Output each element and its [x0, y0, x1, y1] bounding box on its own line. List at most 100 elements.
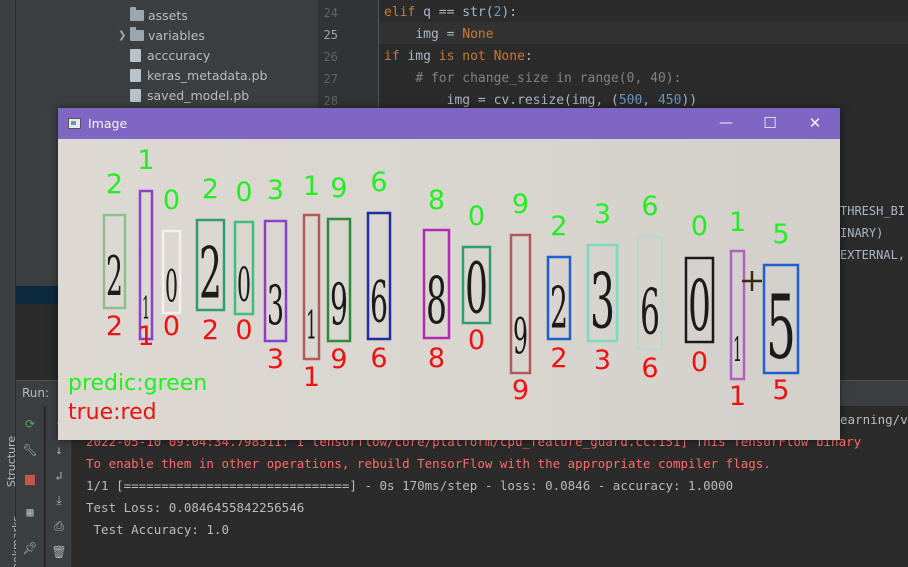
file-icon: [130, 68, 141, 82]
predicted-digit-label: 2: [550, 211, 567, 242]
handwritten-digit: 3: [267, 273, 284, 337]
predicted-digit-label: 2: [202, 174, 219, 205]
handwritten-digit: 0: [165, 262, 178, 313]
close-button[interactable]: ✕: [801, 112, 829, 134]
maximize-button[interactable]: ☐: [756, 112, 784, 134]
image-window[interactable]: Image — ☐ ✕ 2221110002220003331119996668…: [58, 108, 840, 440]
console-line: 1/1 [==============================] - 0…: [86, 478, 734, 493]
predicted-digit-label: 5: [772, 219, 789, 250]
tree-item[interactable]: saved_model.pb: [118, 85, 249, 105]
true-digit-label: 6: [641, 353, 658, 384]
code-token: img: [399, 49, 439, 64]
code-line: elif q == str(2):: [384, 5, 517, 20]
code-fragment: INARY): [840, 226, 884, 240]
predicted-digit-label: 3: [594, 199, 611, 230]
code-line: # for change_size in range(0, 40):: [384, 71, 681, 86]
legend-true: true:red: [68, 400, 157, 425]
true-digit-label: 3: [594, 345, 611, 376]
tree-item[interactable]: keras_metadata.pb: [118, 65, 267, 85]
window-title: Image: [88, 116, 128, 131]
run-toolbar: ⟳ 🔧︎ ▦ 📌︎: [16, 406, 44, 567]
code-token: ,: [642, 93, 658, 108]
code-token: if: [384, 49, 400, 64]
line-number: 24: [323, 6, 338, 20]
folder-icon: [130, 26, 144, 41]
soft-wrap-icon[interactable]: ↲: [51, 468, 67, 484]
handwritten-digit: 0: [688, 265, 711, 347]
code-token: elif: [384, 5, 416, 20]
tree-item-label: assets: [148, 7, 188, 23]
predicted-digit-label: 9: [330, 173, 347, 204]
window-titlebar[interactable]: Image — ☐ ✕: [58, 108, 840, 139]
handwritten-digit: 2: [199, 232, 222, 314]
true-digit-label: 6: [370, 343, 387, 374]
digit-detection-image: 222111000222000 333111999666888000 9992223…: [68, 145, 800, 425]
editor-gutter: 24 25 26 27 28: [318, 0, 378, 110]
predicted-digit-label: 2: [106, 169, 123, 200]
true-digit-label: 0: [163, 311, 180, 342]
predicted-digit-label: 0: [691, 211, 708, 242]
true-digit-label: 2: [106, 311, 123, 342]
predicted-digit-label: 8: [428, 185, 445, 216]
stop-icon[interactable]: [22, 472, 38, 488]
code-token: )): [681, 93, 698, 108]
predicted-digit-label: 1: [137, 145, 154, 176]
file-icon: [130, 48, 141, 62]
print-icon[interactable]: ⎙: [51, 518, 67, 534]
handwritten-digit: 0: [237, 259, 251, 313]
line-number: 26: [323, 50, 338, 64]
predicted-digit-label: 1: [729, 207, 746, 238]
pin-icon[interactable]: 📌︎: [22, 540, 38, 556]
handwritten-digit: 2: [106, 244, 123, 308]
handwritten-digit: 6: [370, 269, 388, 335]
code-token: img =: [415, 27, 463, 42]
true-digit-label: 9: [512, 375, 529, 406]
true-digit-label: 1: [729, 381, 746, 412]
tree-item-label: keras_metadata.pb: [147, 67, 268, 83]
true-digit-label: 2: [202, 315, 219, 346]
layout-icon[interactable]: ▦: [22, 504, 38, 520]
image-app-icon: [68, 118, 81, 129]
scroll-to-end-icon[interactable]: ⤓: [51, 492, 67, 508]
predicted-digit-label: 0: [163, 185, 180, 216]
minimize-button[interactable]: —: [712, 112, 740, 134]
predicted-digit-label: 0: [468, 201, 485, 232]
line-number: 25: [323, 28, 338, 42]
chevron-right-icon[interactable]: ❯: [118, 30, 130, 41]
tree-item[interactable]: ❯ variables: [118, 25, 205, 45]
tree-item[interactable]: acccuracy: [118, 45, 210, 65]
code-fragment: EXTERNAL,: [840, 248, 906, 262]
handwritten-digit: 9: [330, 272, 348, 338]
trash-icon[interactable]: 🗑︎: [51, 544, 67, 560]
wrench-icon[interactable]: 🔧︎: [22, 442, 38, 458]
predicted-digit-label: 3: [267, 175, 284, 206]
folder-icon: [130, 6, 144, 21]
true-digit-label: 8: [428, 343, 445, 374]
console-line: To enable them in other operations, rebu…: [86, 456, 771, 471]
tree-item-label: variables: [148, 27, 205, 43]
handwritten-digit: 9: [513, 308, 528, 366]
code-line: if img is not None:: [384, 49, 533, 64]
image-canvas: 2221110002220003331119996668880009992223…: [58, 139, 840, 440]
handwritten-digit: 8: [426, 264, 447, 339]
true-digit-label: 5: [772, 375, 789, 406]
line-number: 28: [323, 94, 338, 108]
tree-item[interactable]: assets: [118, 5, 188, 25]
true-digit-label: 3: [267, 344, 284, 375]
predicted-digit-label: 6: [370, 167, 387, 198]
code-token: 450: [657, 93, 682, 108]
console-line: Test Accuracy: 1.0: [86, 522, 229, 537]
gutter-separator: [378, 0, 379, 110]
rerun-icon[interactable]: ⟳: [22, 416, 38, 432]
console-line: Test Loss: 0.0846455842256546: [86, 500, 305, 515]
predicted-digit-label: 0: [235, 177, 252, 208]
true-digit-label: 1: [303, 362, 320, 393]
arrow-down-icon[interactable]: ↓: [51, 442, 67, 458]
code-token: 500: [618, 93, 643, 108]
tree-item-label: acccuracy: [147, 47, 211, 63]
handwritten-digit: 0: [465, 247, 488, 329]
code-token: None: [462, 27, 494, 42]
code-token: ):: [501, 5, 518, 20]
true-digit-label: 0: [235, 315, 252, 346]
